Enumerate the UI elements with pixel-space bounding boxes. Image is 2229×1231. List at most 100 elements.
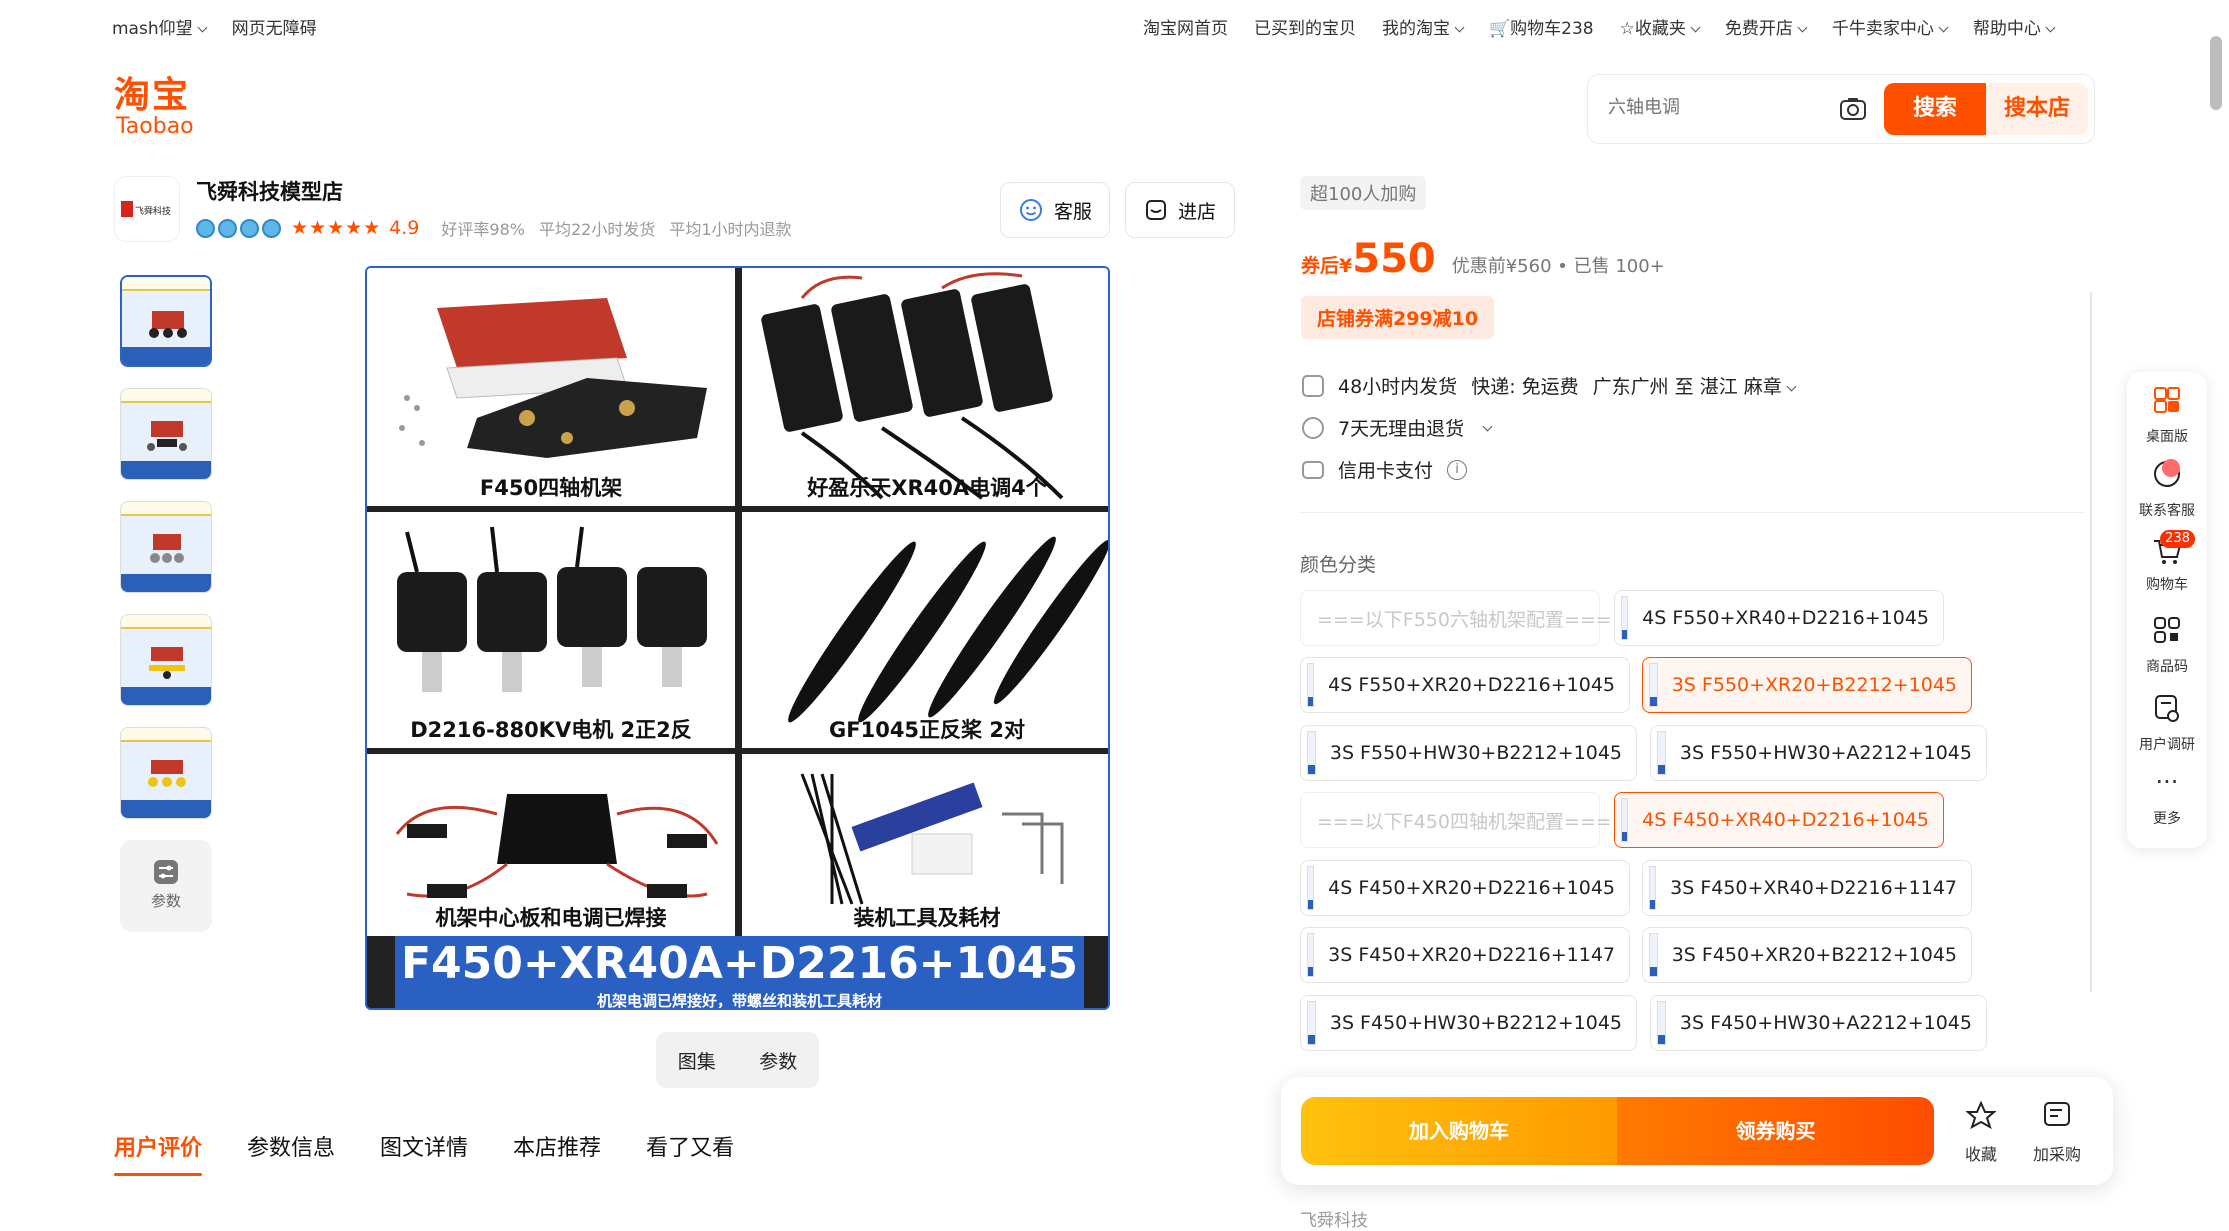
price-row: 券后¥ 550 优惠前¥560 • 已售 100+ (1301, 236, 1665, 282)
more-button[interactable]: ··· 更多 (2127, 770, 2207, 828)
nav-favorites[interactable]: ☆收藏夹 (1619, 14, 1701, 39)
favorite-button[interactable]: 收藏 (1951, 1100, 2011, 1165)
search-button[interactable]: 搜索 (1884, 83, 1986, 135)
buy-with-coupon-button[interactable]: 领券购买 (1617, 1097, 1934, 1165)
thumbnail[interactable] (120, 501, 212, 593)
returns-row[interactable]: 7天无理由退货 (1302, 414, 1493, 441)
route-selector[interactable]: 广东广州 至 湛江 麻章 (1593, 372, 1797, 399)
search-shop-button[interactable]: 搜本店 (1986, 83, 2088, 135)
sku-section-header: ===以下F450四轴机架配置=== (1300, 792, 1612, 848)
nav-my-taobao-label: 我的淘宝 (1382, 19, 1450, 39)
enter-shop-button[interactable]: 进店 (1125, 182, 1235, 238)
sku-option[interactable]: 4S F550+XR20+D2216+1045 (1300, 657, 1630, 713)
sku-thumbnail (1649, 933, 1658, 977)
cell-caption: 好盈乐天XR40A电调4个 (807, 476, 1047, 500)
nav-open-shop[interactable]: 免费开店 (1725, 14, 1808, 39)
shop-name[interactable]: 飞舜科技模型店 (196, 176, 343, 206)
star-icon (1965, 1100, 1997, 1130)
image-cell-tools: 装机工具及耗材 (742, 754, 1108, 936)
sku-label: 3S F550+HW30+B2212+1045 (1329, 742, 1622, 764)
side-cart-button[interactable]: 238 购物车 (2127, 530, 2207, 594)
tab-also-viewed[interactable]: 看了又看 (646, 1130, 734, 1162)
add-to-cart-button[interactable]: 加入购物车 (1301, 1097, 1617, 1165)
cart-badge: 238 (2160, 530, 2195, 548)
tab-details[interactable]: 图文详情 (380, 1130, 468, 1162)
product-code-button[interactable]: 商品码 (2127, 614, 2207, 676)
accessibility-link[interactable]: 网页无障碍 (232, 14, 317, 39)
sku-option[interactable]: 3S F550+XR20+B2212+1045 (1642, 657, 1972, 713)
sku-label: 4S F550+XR20+D2216+1045 (1328, 674, 1615, 696)
nav-help-center[interactable]: 帮助中心 (1972, 14, 2056, 39)
chevron-down-icon (197, 22, 208, 33)
shop-logo[interactable]: 飞舜科技 (114, 176, 180, 242)
sku-option[interactable]: 3S F550+HW30+A2212+1045 (1650, 725, 1987, 781)
shop-coupon[interactable]: 店铺券满299减10 (1301, 296, 1495, 339)
service-smile-icon (1019, 199, 1042, 221)
tab-reviews[interactable]: 用户评价 (114, 1130, 203, 1176)
nav-my-taobao[interactable]: 我的淘宝 (1382, 14, 1465, 39)
customer-service-button[interactable]: 客服 (1000, 182, 1110, 238)
user-menu[interactable]: mash仰望 (112, 14, 208, 39)
nav-bought-link[interactable]: 已买到的宝贝 (1254, 14, 1356, 39)
shop-logo-text: 飞舜科技 (135, 205, 171, 217)
thumbnail[interactable] (120, 614, 212, 706)
chevron-down-icon (2045, 22, 2056, 33)
params-tab[interactable]: 参数 (759, 1047, 797, 1074)
credit-card-icon (1302, 460, 1324, 479)
tab-params[interactable]: 参数信息 (247, 1130, 335, 1162)
nav-seller-center[interactable]: 千牛卖家中心 (1832, 14, 1949, 39)
info-icon[interactable]: i (1447, 459, 1468, 480)
image-cell-props: GF1045正反桨 2对 (742, 512, 1108, 748)
sku-label: 3S F550+XR20+B2212+1045 (1671, 674, 1957, 696)
sku-thumbnail (1621, 596, 1629, 640)
thumbnail[interactable] (120, 388, 212, 480)
sku-option[interactable]: 4S F450+XR40+D2216+1045 (1614, 792, 1944, 848)
sku-option[interactable]: 3S F450+XR20+B2212+1045 (1642, 927, 1972, 983)
tab-shop-recommend[interactable]: 本店推荐 (513, 1130, 601, 1162)
thumbnail[interactable] (120, 727, 212, 819)
sku-label: ===以下F550六轴机架配置=== (1317, 608, 1612, 631)
shop-refund-time: 平均1小时内退款 (669, 220, 792, 239)
sku-label: 4S F450+XR40+D2216+1045 (1642, 809, 1929, 831)
sku-label: 3S F450+HW30+A2212+1045 (1679, 1012, 1972, 1034)
sku-thumbnail (1621, 798, 1629, 842)
sku-option[interactable]: 3S F450+HW30+B2212+1045 (1300, 995, 1637, 1051)
sku-option[interactable]: 3S F450+XR20+D2216+1147 (1300, 927, 1630, 983)
contact-service-label: 联系客服 (2139, 503, 2195, 519)
sku-thumbnail (1307, 663, 1315, 707)
camera-icon[interactable] (1838, 95, 1868, 123)
user-survey-button[interactable]: 用户调研 (2127, 692, 2207, 754)
contact-service-button[interactable]: 联系客服 (2127, 458, 2207, 520)
sku-option[interactable]: 4S F550+XR40+D2216+1045 (1614, 590, 1944, 646)
panel-scroll-track (2090, 292, 2092, 992)
shop-ship-time: 平均22小时发货 (538, 220, 656, 239)
star-icon: ☆ (1619, 19, 1635, 39)
thumbnail-list: 参数 (120, 275, 212, 932)
user-name: mash仰望 (112, 19, 193, 39)
gallery-tab[interactable]: 图集 (678, 1047, 716, 1074)
thumbnail[interactable] (120, 275, 212, 367)
nav-cart-link[interactable]: 🛒购物车238 (1489, 14, 1594, 39)
sku-option[interactable]: 3S F450+XR40+D2216+1147 (1642, 860, 1972, 916)
params-thumb-button[interactable]: 参数 (120, 840, 212, 932)
desktop-version-button[interactable]: 桌面版 (2127, 384, 2207, 446)
sku-option[interactable]: 4S F450+XR20+D2216+1045 (1300, 860, 1630, 916)
qr-code-icon (2154, 617, 2180, 643)
image-cell-motors: D2216-880KV电机 2正2反 (367, 512, 735, 748)
nav-help-center-label: 帮助中心 (1972, 19, 2041, 39)
nav-home-link[interactable]: 淘宝网首页 (1143, 14, 1228, 39)
search-input[interactable] (1608, 97, 1808, 118)
page-scrollbar[interactable] (2210, 36, 2222, 110)
sku-thumbnail (1649, 663, 1658, 707)
main-product-image[interactable]: F450四轴机架 好盈乐天XR40A电调4个 D2216-880KV电机 2正2… (365, 266, 1110, 1010)
add-purchase-button[interactable]: 加采购 (2027, 1101, 2087, 1165)
sku-thumbnail (1307, 933, 1315, 977)
cart-count-tag: 超100人加购 (1300, 176, 1427, 210)
sku-option[interactable]: 3S F450+HW30+A2212+1045 (1650, 995, 1987, 1051)
cell-caption: D2216-880KV电机 2正2反 (410, 718, 692, 742)
shop-icon (1145, 200, 1166, 220)
taobao-logo[interactable]: 淘宝 Taobao (114, 76, 206, 140)
sku-option[interactable]: 3S F550+HW30+B2212+1045 (1300, 725, 1637, 781)
divider (1300, 512, 2084, 513)
sku-thumbnail (1657, 731, 1666, 775)
